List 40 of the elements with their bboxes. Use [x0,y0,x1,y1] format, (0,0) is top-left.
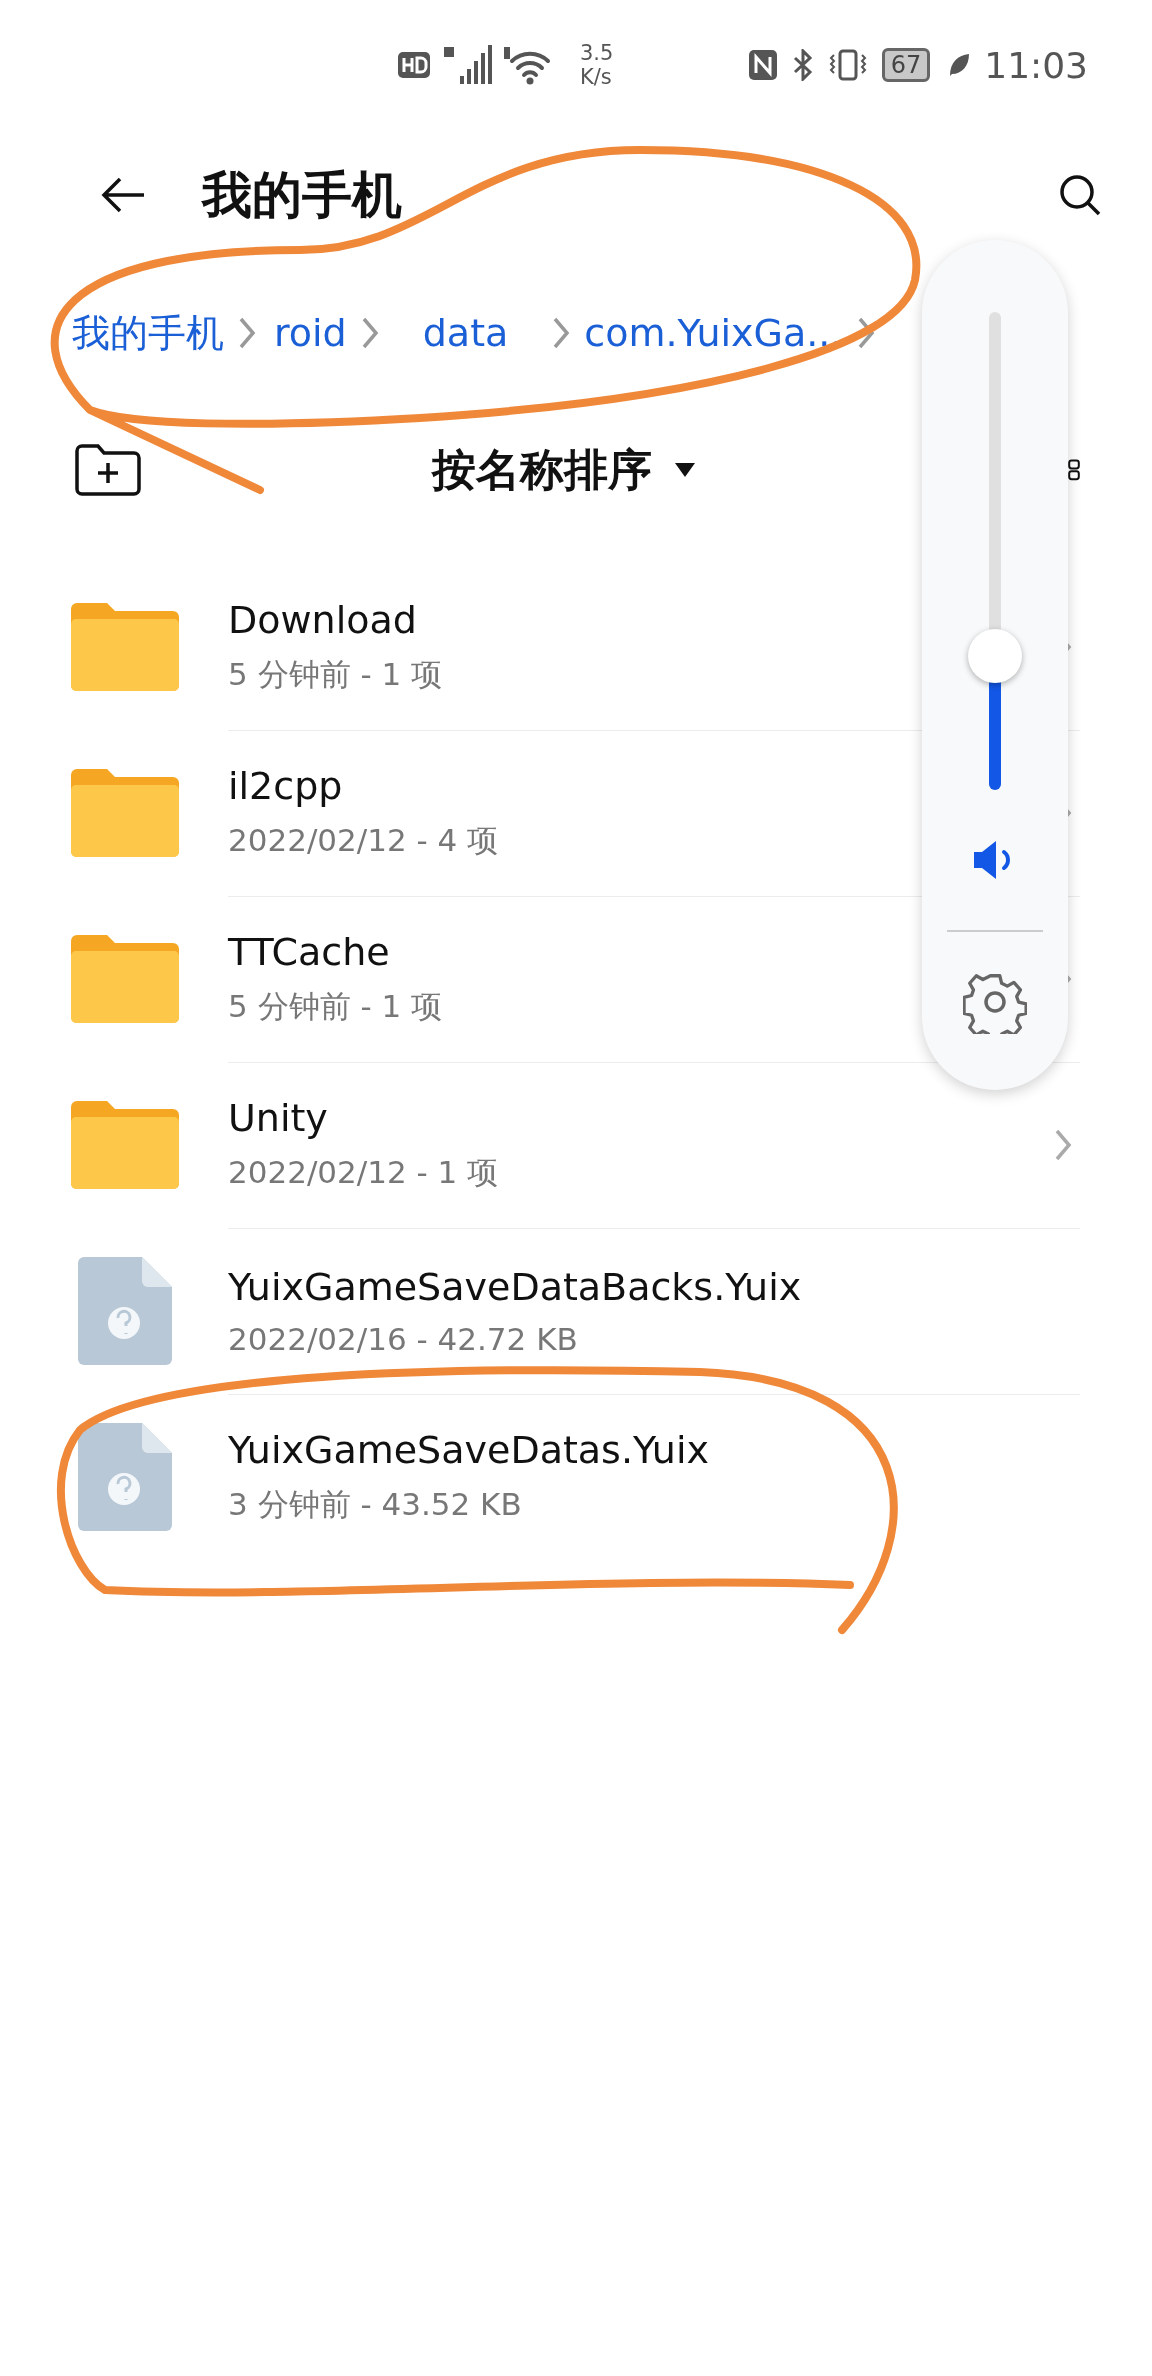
file-name: YuixGameSaveDataBacks.Yuix [228,1264,802,1309]
page-title: 我的手机 [202,164,403,226]
file-details: 2022/02/12 - 1 项 [228,1152,499,1192]
slider-thumb[interactable] [968,629,1022,684]
file-details: 2022/02/16 - 42.72 KB [228,1320,578,1357]
clock-time: 11:03 [984,44,1088,86]
chevron-icon [238,316,256,350]
breadcrumb-link[interactable]: roid [274,311,347,355]
back-button[interactable] [100,177,146,213]
file-details: 5 分钟前 - 1 项 [228,654,443,694]
chevron-icon [856,316,875,350]
file-row[interactable]: YuixGameSaveDatas.Yuix 3 分钟前 - 43.52 KB [0,1394,1152,1560]
breadcrumb-link[interactable]: com.YuixGa... [584,311,843,355]
chevron-icon [552,316,571,350]
file-row[interactable]: YuixGameSaveDataBacks.Yuix 2022/02/16 - 42.72 KB [0,1228,1152,1394]
file-name: TTCache [228,929,390,974]
file-details: 5 分钟前 - 1 项 [228,986,443,1026]
file-name: Unity [228,1095,328,1140]
file-details: 3 分钟前 - 43.52 KB [228,1485,522,1524]
vibrate-icon [827,49,868,81]
new-folder-button[interactable] [74,443,142,497]
bluetooth-icon [791,49,814,81]
caret-icon [674,462,696,478]
search-button[interactable] [1058,173,1102,217]
file-name: Download [228,597,417,642]
file-name: YuixGameSaveDatas.Yuix [228,1428,709,1472]
breadcrumb-link[interactable]: 我的手机 [72,307,224,359]
chevron-icon [360,316,379,350]
leaf-icon [948,52,971,78]
sort-dropdown[interactable]: 按名称排序 [432,440,696,500]
nfc-icon [747,49,778,81]
network-speed: 3.5 [580,41,614,65]
hd-icon [398,50,430,80]
file-details: 2022/02/12 - 4 项 [228,820,499,860]
battery-indicator: 67 [881,48,931,82]
speed-unit: K/s [580,65,613,89]
file-name: il2cpp [228,763,343,808]
breadcrumb-link[interactable]: data [422,311,509,355]
chevron-icon [1054,1128,1072,1162]
cellular-signal-icon [442,45,492,85]
